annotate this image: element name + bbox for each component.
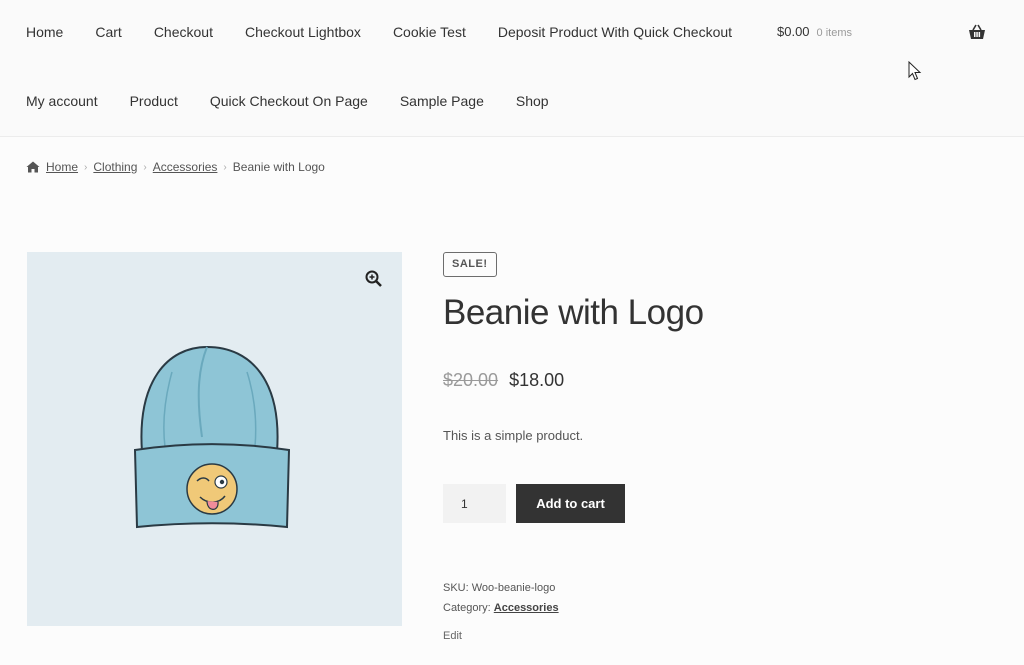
zoom-icon[interactable] — [365, 270, 382, 287]
price-sale: $18.00 — [509, 370, 565, 390]
sku-line: SKU: Woo-beanie-logo — [443, 578, 559, 598]
product-price: $20.00 $18.00 — [443, 370, 564, 391]
category-link[interactable]: Accessories — [494, 602, 559, 614]
site-header: Home Cart Checkout Checkout Lightbox Coo… — [0, 0, 1024, 137]
nav-item-shop[interactable]: Shop — [516, 93, 549, 109]
product-title: Beanie with Logo — [443, 293, 704, 332]
mini-cart[interactable]: $0.00 0 items — [777, 24, 852, 39]
sku-value: Woo-beanie-logo — [471, 582, 556, 594]
breadcrumb-home[interactable]: Home — [46, 160, 78, 174]
basket-icon[interactable] — [968, 24, 986, 40]
product-description: This is a simple product. — [443, 428, 584, 443]
nav-item-checkout-lightbox[interactable]: Checkout Lightbox — [245, 24, 361, 40]
category-label: Category: — [443, 602, 491, 614]
quantity-input[interactable] — [443, 484, 506, 523]
nav-item-product[interactable]: Product — [130, 93, 178, 109]
mini-cart-amount: $0.00 — [777, 24, 810, 39]
breadcrumb-separator: › — [143, 161, 147, 173]
nav-item-cart[interactable]: Cart — [95, 24, 121, 40]
breadcrumb: Home › Clothing › Accessories › Beanie w… — [26, 160, 325, 174]
breadcrumb-current: Beanie with Logo — [232, 160, 325, 174]
primary-nav-row-2: My account Product Quick Checkout On Pag… — [26, 93, 581, 109]
nav-item-home[interactable]: Home — [26, 24, 63, 40]
nav-item-sample-page[interactable]: Sample Page — [400, 93, 484, 109]
sale-badge: SALE! — [443, 252, 497, 277]
sku-label: SKU: — [443, 582, 469, 594]
nav-item-checkout[interactable]: Checkout — [154, 24, 213, 40]
price-regular: $20.00 — [443, 370, 499, 390]
beanie-illustration — [133, 345, 291, 529]
home-icon — [26, 161, 40, 173]
nav-item-deposit-product[interactable]: Deposit Product With Quick Checkout — [498, 24, 732, 40]
edit-link[interactable]: Edit — [443, 630, 462, 642]
nav-item-quick-checkout[interactable]: Quick Checkout On Page — [210, 93, 368, 109]
breadcrumb-separator: › — [84, 161, 88, 173]
nav-item-cookie-test[interactable]: Cookie Test — [393, 24, 466, 40]
product-meta: SKU: Woo-beanie-logo Category: Accessori… — [443, 578, 559, 618]
mini-cart-count: 0 items — [816, 27, 853, 39]
category-line: Category: Accessories — [443, 598, 559, 618]
product-image[interactable] — [27, 252, 402, 626]
breadcrumb-accessories[interactable]: Accessories — [153, 160, 218, 174]
breadcrumb-separator: › — [223, 161, 227, 173]
nav-item-my-account[interactable]: My account — [26, 93, 98, 109]
breadcrumb-clothing[interactable]: Clothing — [93, 160, 137, 174]
primary-nav-row-1: Home Cart Checkout Checkout Lightbox Coo… — [26, 24, 764, 40]
cursor-icon — [908, 61, 922, 81]
add-to-cart-button[interactable]: Add to cart — [516, 484, 625, 523]
